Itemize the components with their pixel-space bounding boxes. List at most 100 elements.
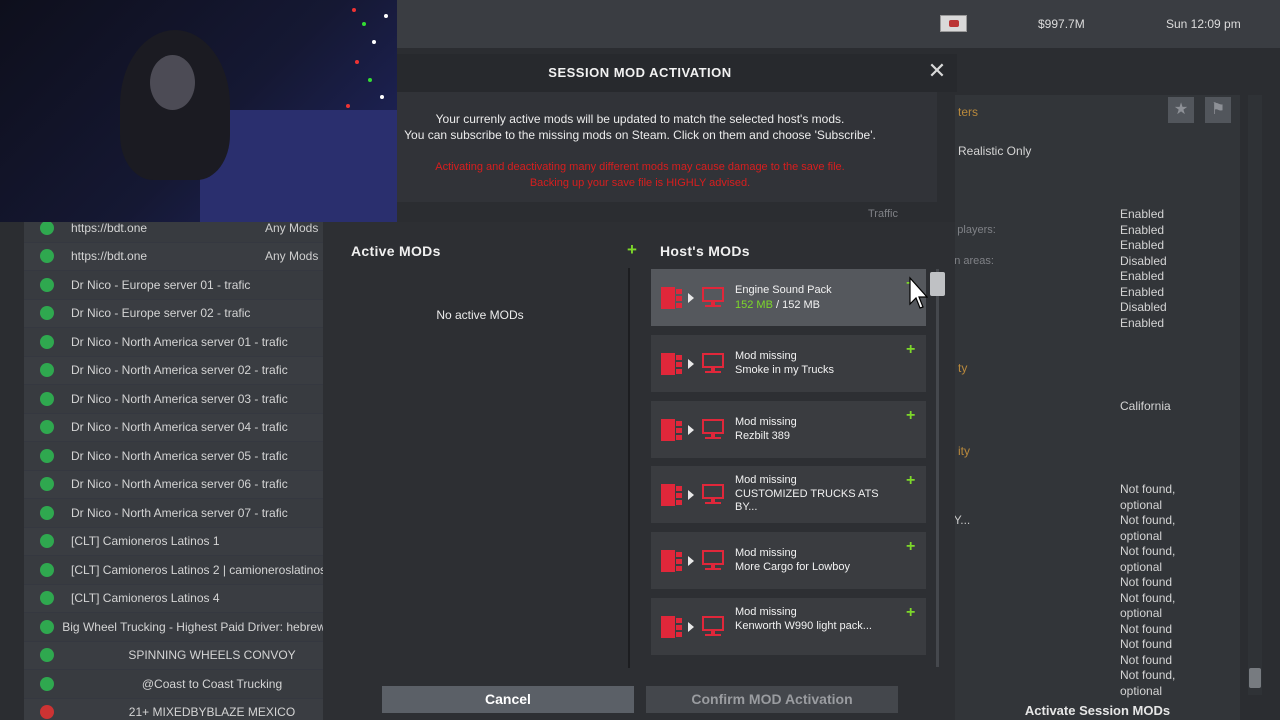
server-row[interactable]: [CLT] Camioneros Latinos 1 [24,527,324,556]
server-name: https://bdt.one [71,249,148,264]
mod-title: Mod missing CUSTOMIZED TRUCKS ATS BY... [735,474,895,515]
money-readout: $997.7M [1038,17,1085,31]
add-mod-plus-icon[interactable]: + [906,473,915,489]
server-name: Dr Nico - North America server 05 - traf… [71,448,288,463]
server-name: SPINNING WHEELS CONVOY [128,648,296,663]
server-name: Big Wheel Trucking - Highest Paid Driver… [62,619,324,634]
server-status-icon [40,448,54,463]
panel-text-line: Not found, [1120,544,1176,558]
server-row[interactable]: 21+ MIXEDBYBLAZE MEXICO [24,698,324,720]
host-mod-card[interactable]: Mod missing More Cargo for Lowboy + [651,532,926,589]
server-status-icon [40,363,54,378]
filters-label: ters [958,105,979,119]
add-mod-plus-icon[interactable]: + [906,539,915,555]
host-mod-card[interactable]: Mod missing Rezbilt 389 + [651,401,926,458]
host-mod-card[interactable]: Mod missing Kenworth W990 light pack... + [651,598,926,655]
server-status-icon [40,505,54,520]
server-row[interactable]: Dr Nico - North America server 05 - traf… [24,442,324,471]
missing-mod-status: Not found, optional Not found, optional Not … [1120,482,1200,699]
server-row[interactable]: Dr Nico - Europe server 02 - trafic [24,299,324,328]
server-row[interactable]: @Coast to Coast Trucking [24,670,324,699]
server-row[interactable]: Dr Nico - Europe server 01 - trafic [24,271,324,300]
panel-text-line: Disabled [1120,253,1167,268]
host-mod-card[interactable]: Mod missing Smoke in my Trucks + [651,335,926,392]
host-mods-header: Host's MODs [660,243,750,259]
mod-total-size: / 152 MB [772,299,820,311]
server-row[interactable]: Dr Nico - North America server 03 - traf… [24,385,324,414]
warning-text-line-2: Backing up your save file is HIGHLY advi… [529,177,751,189]
panel-text-line: Enabled [1120,284,1165,299]
mod-title-line-1: Engine Sound Pack [735,284,832,296]
mods-heading: ity [958,444,970,458]
mod-transfer-icon [660,351,726,377]
mod-title: Mod missing Kenworth W990 light pack... [735,606,895,633]
mod-title-line-2: More Cargo for Lowboy [735,560,850,573]
confirm-mod-activation-button[interactable]: Confirm MOD Activation [646,686,898,713]
server-row[interactable]: Dr Nico - North America server 07 - traf… [24,499,324,528]
panel-text-line: optional [1120,559,1163,574]
server-row[interactable]: Big Wheel Trucking - Highest Paid Driver… [24,613,324,642]
server-row[interactable]: SPINNING WHEELS CONVOY [24,641,324,670]
no-active-mods-text: No active MODs [436,308,524,322]
cancel-button[interactable]: Cancel [382,686,634,713]
host-mod-card[interactable]: Engine Sound Pack152 MB / 152 MB+ [651,269,926,326]
server-row[interactable]: [CLT] Camioneros Latinos 4 [24,584,324,613]
server-row[interactable]: [CLT] Camioneros Latinos 2 | camionerosl… [24,556,324,585]
server-row[interactable]: Dr Nico - North America server 04 - traf… [24,413,324,442]
panel-text-line: Disabled [1120,300,1167,314]
mod-transfer-icon [660,614,726,640]
mods-scrollbar[interactable] [936,269,939,667]
host-mod-card[interactable]: Mod missing CUSTOMIZED TRUCKS ATS BY... + [651,466,926,523]
mod-title-line-1: Mod missing [735,606,797,618]
info-text-line-1: Your currenly active mods will be update… [435,112,845,126]
mod-transfer-icon [660,285,726,311]
mod-title-line-1: Mod missing [735,474,797,486]
mod-title-line-1: Mod missing [735,350,797,362]
panel-text-line: Not found, [1120,590,1176,605]
server-status-icon [40,534,54,549]
favorite-star-icon[interactable]: ★ [1168,97,1194,123]
server-status-icon [40,477,54,492]
panel-text-line: Not found, [1120,668,1176,682]
panel-text-line: Not found [1120,575,1173,589]
server-row[interactable]: Dr Nico - North America server 06 - traf… [24,470,324,499]
close-icon[interactable]: ✕ [926,60,948,82]
panel-text-line: Enabled [1120,269,1165,283]
server-name: Dr Nico - North America server 06 - traf… [71,477,288,492]
server-name: [CLT] Camioneros Latinos 4 [71,591,220,606]
server-row[interactable]: Dr Nico - North America server 02 - traf… [24,356,324,385]
server-name: 21+ MIXEDBYBLAZE MEXICO [128,705,296,720]
activate-session-mods-button[interactable]: Activate Session MODs [955,703,1240,720]
panel-text-line: optional [1120,528,1163,543]
details-scrollbar[interactable] [1248,95,1262,695]
server-name: Dr Nico - Europe server 02 - trafic [71,306,251,321]
server-status-icon [40,277,54,292]
server-name: Dr Nico - North America server 04 - traf… [71,420,288,435]
info-text-line-2: You can subscribe to the missing mods on… [404,128,876,142]
details-scrollbar-thumb[interactable] [1249,668,1261,688]
mod-title-line-2: CUSTOMIZED TRUCKS ATS BY... [735,487,879,514]
panel-text-line: Not found [1120,652,1173,667]
server-settings-status: Enabled Enabled Enabled Disabled Enabled Enab… [1120,207,1200,331]
mod-title-line-1: Mod missing [735,547,797,559]
mods-scrollbar-thumb[interactable] [930,272,945,296]
server-name: Dr Nico - North America server 02 - traf… [71,363,288,378]
report-flag-icon[interactable]: ⚑ [1205,97,1231,123]
add-mod-plus-icon[interactable]: + [906,342,915,358]
server-row[interactable]: Dr Nico - North America server 01 - traf… [24,328,324,357]
server-status-icon [40,420,54,435]
server-mods-type: Any Mods [265,249,319,264]
mod-title: Engine Sound Pack [735,284,895,298]
add-mod-plus-icon[interactable]: + [906,408,915,424]
server-row[interactable]: https://bdt.one Any Mods [24,242,324,271]
column-divider [628,268,630,668]
active-mods-header: Active MODs [351,243,441,259]
california-flag-icon [940,15,967,32]
add-all-plus-icon[interactable]: + [627,241,637,258]
panel-text-line: Not found, [1120,482,1176,496]
server-status-icon [40,391,54,406]
add-mod-plus-icon[interactable]: + [906,605,915,621]
dialog-title: SESSION MOD ACTIVATION [548,65,732,80]
mod-downloaded-amount: 152 MB [735,299,773,311]
server-name: [CLT] Camioneros Latinos 2 | camionerosl… [71,562,324,577]
